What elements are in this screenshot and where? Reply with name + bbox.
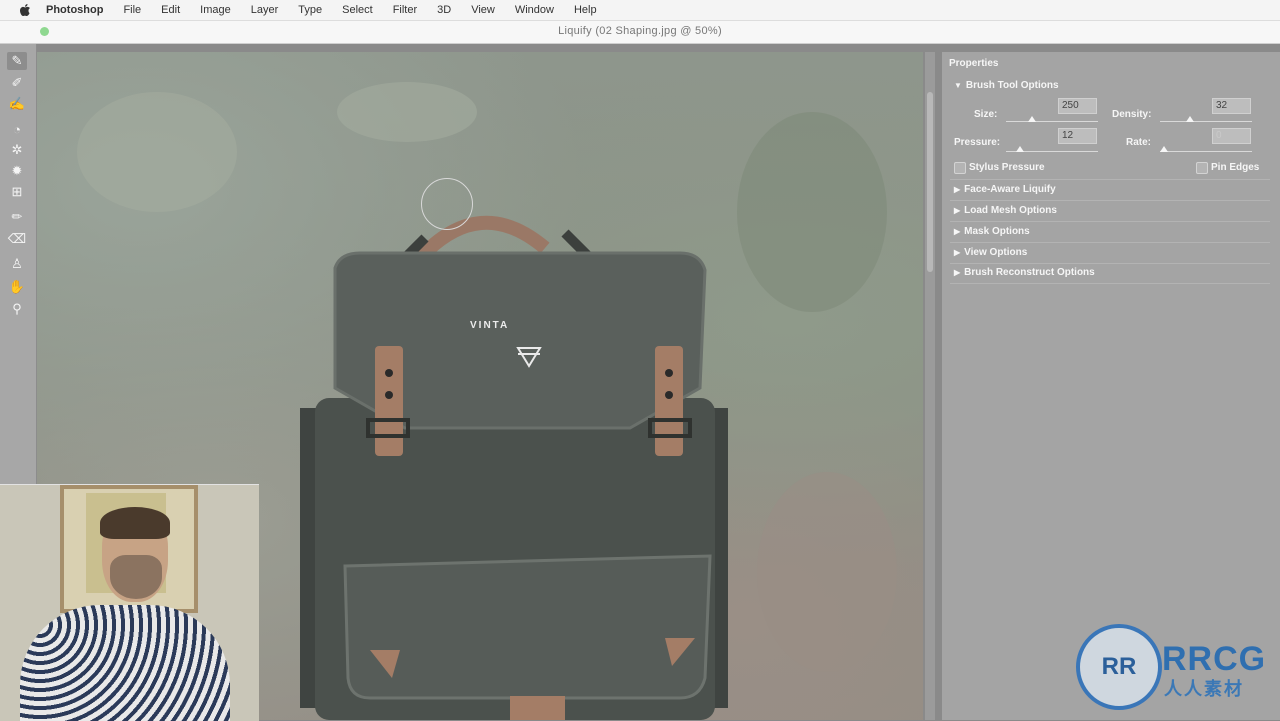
face-tool-icon[interactable]: ♙ bbox=[7, 255, 27, 273]
divider bbox=[950, 221, 1270, 222]
density-slider[interactable] bbox=[1160, 121, 1252, 122]
menu-3d[interactable]: 3D bbox=[437, 4, 451, 16]
background-foliage bbox=[337, 82, 477, 142]
disclosure-open-icon: ▼ bbox=[954, 81, 962, 90]
canvas-scrollbar[interactable] bbox=[925, 52, 935, 720]
size-label: Size: bbox=[974, 109, 998, 120]
menu-app-name[interactable]: Photoshop bbox=[46, 4, 103, 16]
brush-cursor bbox=[421, 178, 473, 230]
disclosure-closed-icon: ▶ bbox=[954, 185, 961, 194]
section-label: Brush Reconstruct Options bbox=[964, 267, 1095, 278]
stylus-pressure-label: Stylus Pressure bbox=[969, 162, 1045, 173]
zoom-tool-icon[interactable]: ⚲ bbox=[7, 300, 27, 318]
menu-window[interactable]: Window bbox=[515, 4, 554, 16]
background-foliage bbox=[77, 92, 237, 212]
apple-icon[interactable] bbox=[18, 3, 32, 17]
divider bbox=[950, 283, 1270, 284]
smooth-tool-icon[interactable]: ✍ bbox=[7, 95, 27, 113]
pin-edges-checkbox[interactable] bbox=[1196, 162, 1208, 174]
disclosure-closed-icon: ▶ bbox=[954, 227, 961, 236]
window-title-bar: Liquify (02 Shaping.jpg @ 50%) bbox=[0, 21, 1280, 44]
disclosure-closed-icon: ▶ bbox=[954, 268, 961, 277]
divider bbox=[950, 263, 1270, 264]
mask-options-section[interactable]: ▶ Mask Options bbox=[954, 226, 1030, 237]
load-mesh-options-section[interactable]: ▶ Load Mesh Options bbox=[954, 205, 1057, 216]
menu-file[interactable]: File bbox=[123, 4, 141, 16]
background-foliage bbox=[737, 112, 887, 312]
reconstruct-tool-icon[interactable]: ✐ bbox=[7, 74, 27, 92]
brush-tool-options-header[interactable]: ▼ Brush Tool Options bbox=[954, 80, 1059, 91]
properties-header: Properties bbox=[949, 58, 999, 69]
menu-select[interactable]: Select bbox=[342, 4, 373, 16]
section-label: Mask Options bbox=[964, 226, 1030, 237]
pressure-input[interactable]: 12 bbox=[1058, 128, 1097, 144]
backpack-image bbox=[300, 215, 728, 720]
instructor-hair bbox=[100, 507, 170, 539]
rrcg-logo-icon: RR bbox=[1076, 624, 1162, 710]
push-left-tool-icon[interactable]: ⊞ bbox=[7, 183, 27, 201]
divider bbox=[950, 242, 1270, 243]
bloat-tool-icon[interactable]: ✹ bbox=[7, 162, 27, 180]
instructor-shirt bbox=[20, 605, 230, 721]
properties-panel: Properties ▼ Brush Tool Options Size: 25… bbox=[942, 52, 1280, 720]
rrcg-logo-subtext: 人人素材 bbox=[1164, 679, 1244, 699]
view-options-section[interactable]: ▶ View Options bbox=[954, 247, 1027, 258]
density-input[interactable]: 32 bbox=[1212, 98, 1251, 114]
size-input[interactable]: 250 bbox=[1058, 98, 1097, 114]
rate-input-disabled: 0 bbox=[1212, 128, 1251, 144]
rrcg-logo-text: RRCG bbox=[1162, 640, 1267, 678]
divider bbox=[950, 200, 1270, 201]
freeze-mask-tool-icon[interactable]: ✏ bbox=[7, 208, 27, 226]
pressure-slider-knob[interactable] bbox=[1016, 146, 1024, 152]
section-label: View Options bbox=[964, 247, 1028, 258]
density-label: Density: bbox=[1112, 109, 1152, 120]
pucker-tool-icon[interactable]: ✲ bbox=[7, 141, 27, 159]
rate-slider-knob bbox=[1160, 146, 1168, 152]
rate-slider bbox=[1160, 151, 1252, 152]
instructor-webcam-overlay bbox=[0, 484, 259, 721]
hand-tool-icon[interactable]: ✋ bbox=[7, 278, 27, 296]
menu-view[interactable]: View bbox=[471, 4, 495, 16]
disclosure-closed-icon: ▶ bbox=[954, 248, 961, 257]
menu-help[interactable]: Help bbox=[574, 4, 597, 16]
size-slider-knob[interactable] bbox=[1028, 116, 1036, 122]
thaw-mask-tool-icon[interactable]: ⌫ bbox=[7, 230, 27, 248]
instructor-beard bbox=[110, 555, 162, 599]
menu-image[interactable]: Image bbox=[200, 4, 231, 16]
twirl-clockwise-tool-icon[interactable]: ◔ bbox=[7, 120, 27, 138]
liquify-toolbar: ✎ ✐ ✍ ◔ ✲ ✹ ⊞ ✏ ⌫ ♙ ✋ ⚲ bbox=[0, 44, 37, 484]
rate-label: Rate: bbox=[1126, 137, 1152, 148]
density-slider-knob[interactable] bbox=[1186, 116, 1194, 122]
forward-warp-tool-icon[interactable]: ✎ bbox=[7, 52, 27, 70]
menu-type[interactable]: Type bbox=[298, 4, 322, 16]
menu-filter[interactable]: Filter bbox=[393, 4, 417, 16]
divider bbox=[950, 179, 1270, 180]
menu-edit[interactable]: Edit bbox=[161, 4, 180, 16]
background-rock bbox=[757, 472, 897, 672]
brush-tool-options-label: Brush Tool Options bbox=[965, 80, 1059, 91]
size-slider[interactable] bbox=[1006, 121, 1098, 122]
window-title: Liquify (02 Shaping.jpg @ 50%) bbox=[558, 25, 722, 37]
menu-bar: Photoshop File Edit Image Layer Type Sel… bbox=[0, 0, 1280, 21]
backpack-brand-text: VINTA bbox=[470, 320, 510, 331]
section-label: Face-Aware Liquify bbox=[964, 184, 1056, 195]
pin-edges-label: Pin Edges bbox=[1211, 162, 1260, 173]
face-aware-liquify-section[interactable]: ▶ Face-Aware Liquify bbox=[954, 184, 1056, 195]
disclosure-closed-icon: ▶ bbox=[954, 206, 961, 215]
pressure-label: Pressure: bbox=[954, 137, 1001, 148]
scrollbar-thumb[interactable] bbox=[927, 92, 933, 272]
brush-reconstruct-options-section[interactable]: ▶ Brush Reconstruct Options bbox=[954, 267, 1095, 278]
menu-layer[interactable]: Layer bbox=[251, 4, 279, 16]
stylus-pressure-checkbox[interactable] bbox=[954, 162, 966, 174]
section-label: Load Mesh Options bbox=[964, 205, 1057, 216]
